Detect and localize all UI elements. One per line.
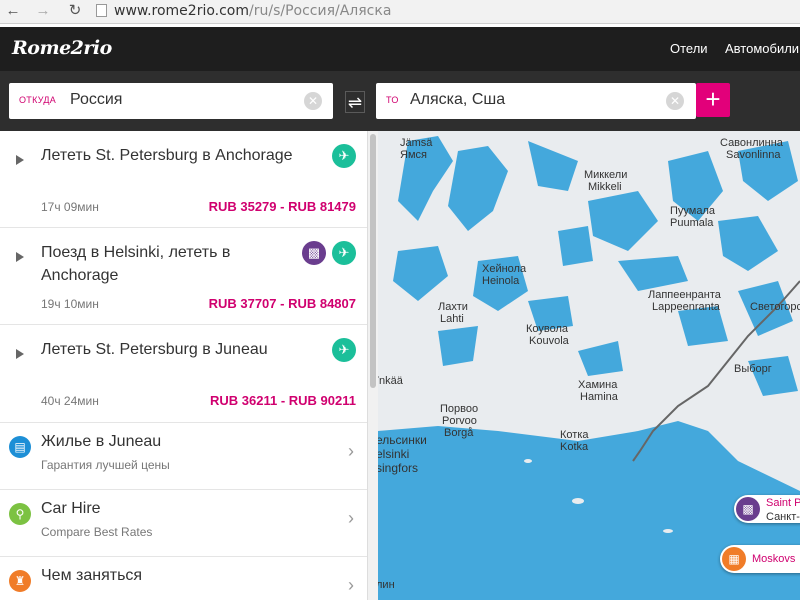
map-label: Mikkeli: [588, 181, 622, 193]
map-label: Выборг: [734, 363, 772, 375]
expand-icon[interactable]: [16, 252, 24, 262]
map-label: Порвоо: [440, 403, 479, 415]
route-price: RUB 36211 - RUB 90211: [210, 393, 356, 408]
bus-icon: ▦: [722, 547, 746, 571]
to-field[interactable]: ТО Аляска, Сша ✕: [376, 83, 696, 119]
map-pin-saint-petersburg[interactable]: ▩ Saint P Санкт-Бо: [734, 495, 800, 523]
map-label: ïnkää: [378, 375, 403, 387]
plane-icon: ✈: [332, 338, 356, 362]
address-bar[interactable]: www.rome2rio.com/ru/s/Россия/Аляска: [96, 2, 800, 21]
route-duration: 19ч 10мин: [41, 297, 99, 311]
map-label: ельсинки: [378, 433, 427, 447]
from-clear-icon[interactable]: ✕: [304, 92, 322, 110]
route-title: Лететь St. Petersburg в Juneau: [41, 341, 268, 358]
back-icon[interactable]: ←: [2, 0, 24, 22]
route-item[interactable]: Поезд в Helsinki, лететь в Anchorage ▩ ✈…: [0, 228, 367, 325]
forward-icon[interactable]: →: [32, 0, 54, 22]
service-subtitle: Compare Best Rates: [41, 525, 153, 539]
service-title: Жилье в Juneau: [41, 433, 162, 450]
map-label: Светогорск: [750, 301, 800, 313]
map-label: Хамина: [578, 379, 618, 391]
scrollbar-thumb[interactable]: [370, 134, 376, 388]
map-label: Хейнола: [482, 263, 527, 275]
route-duration: 17ч 09мин: [41, 200, 99, 214]
map-label: Hamina: [580, 391, 618, 403]
service-subtitle: Гарантия лучшей цены: [41, 458, 170, 472]
map-label: Puumala: [670, 217, 714, 229]
from-label: ОТКУДА: [19, 95, 57, 105]
expand-icon[interactable]: [16, 155, 24, 165]
map-label: Porvoo: [442, 415, 477, 427]
map-label: Kotka: [560, 441, 589, 453]
chevron-right-icon: ›: [348, 575, 354, 595]
map-label: Миккели: [584, 169, 628, 181]
expand-icon[interactable]: [16, 349, 24, 359]
plane-icon: ✈: [332, 144, 356, 168]
to-label: ТО: [386, 95, 399, 105]
service-hotels[interactable]: ▤ Жилье в Juneau Гарантия лучшей цены ›: [0, 423, 367, 490]
page-icon: [96, 4, 107, 17]
map-label: elsinki: [378, 447, 410, 461]
nav-cars[interactable]: Автомобили: [725, 41, 799, 56]
castle-icon: ♜: [9, 570, 31, 592]
chevron-right-icon: ›: [348, 441, 354, 461]
map-label: Kouvola: [529, 335, 569, 347]
route-price: RUB 37707 - RUB 84807: [208, 296, 356, 311]
route-title: Лететь St. Petersburg в Anchorage: [41, 147, 293, 164]
map-label: Lahti: [440, 313, 464, 325]
train-icon: ▩: [736, 497, 760, 521]
map-label: Ямся: [400, 149, 427, 161]
route-title: Поезд в Helsinki, лететь в Anchorage: [41, 244, 231, 284]
map-pin-moskovsky[interactable]: ▦ Moskovs: [720, 545, 800, 573]
route-price: RUB 35279 - RUB 81479: [208, 199, 356, 214]
map-label: лин: [378, 579, 395, 591]
map-label: Jämsä: [400, 137, 433, 149]
key-icon: ⚲: [9, 503, 31, 525]
train-icon: ▩: [302, 241, 326, 265]
logo[interactable]: Rome2rio: [12, 37, 112, 59]
url-path: /ru/s/Россия/Аляска: [249, 3, 392, 19]
map-label: Коувола: [526, 323, 569, 335]
map-label: Savonlinna: [726, 149, 781, 161]
results-panel: Лететь St. Petersburg в Anchorage ✈ 17ч …: [0, 131, 368, 600]
reload-icon[interactable]: ↻: [64, 0, 86, 22]
plus-icon[interactable]: +: [696, 83, 730, 117]
route-item[interactable]: Лететь St. Petersburg в Anchorage ✈ 17ч …: [0, 131, 367, 228]
to-clear-icon[interactable]: ✕: [666, 92, 684, 110]
map-label: Лахти: [438, 301, 468, 313]
browser-toolbar: ← → ↻ www.rome2rio.com/ru/s/Россия/Аляск…: [0, 0, 800, 24]
plane-icon: ✈: [332, 241, 356, 265]
map-label: Савонлинна: [720, 137, 783, 149]
bed-icon: ▤: [9, 436, 31, 458]
service-title: Car Hire: [41, 500, 101, 517]
from-field[interactable]: ОТКУДА Россия ✕: [9, 83, 333, 119]
nav-hotels[interactable]: Отели: [670, 41, 708, 56]
map-label: Lappeenranta: [652, 301, 720, 313]
map-label: singfors: [378, 461, 419, 475]
map[interactable]: Jämsä Ямся Миккели Mikkeli Савонлинна Sa…: [378, 131, 800, 600]
from-value: Россия: [70, 91, 123, 108]
map-label: Heinola: [482, 275, 520, 287]
map-label: Лаппеенранта: [648, 289, 721, 301]
route-item[interactable]: Лететь St. Petersburg в Juneau ✈ 40ч 24м…: [0, 325, 367, 423]
url-host: www.rome2rio.com: [114, 3, 250, 19]
search-bar: ОТКУДА Россия ✕ ТО Аляска, Сша ✕: [0, 71, 800, 131]
service-title: Чем заняться: [41, 567, 143, 584]
map-label: Borgå: [444, 427, 474, 439]
chevron-right-icon: ›: [348, 508, 354, 528]
route-duration: 40ч 24мин: [41, 394, 99, 408]
pin-sublabel: Санкт-Бо: [766, 511, 800, 523]
swap-icon[interactable]: ⇌: [345, 91, 365, 113]
service-car-hire[interactable]: ⚲ Car Hire Compare Best Rates ›: [0, 490, 367, 557]
site-header: Rome2rio Отели Автомобили: [0, 27, 800, 71]
map-label: Пуумала: [670, 205, 715, 217]
pin-label: Moskovs: [752, 553, 796, 565]
map-label: Котка: [560, 429, 589, 441]
service-activities[interactable]: ♜ Чем заняться ›: [0, 557, 367, 600]
to-value: Аляска, Сша: [410, 91, 506, 108]
